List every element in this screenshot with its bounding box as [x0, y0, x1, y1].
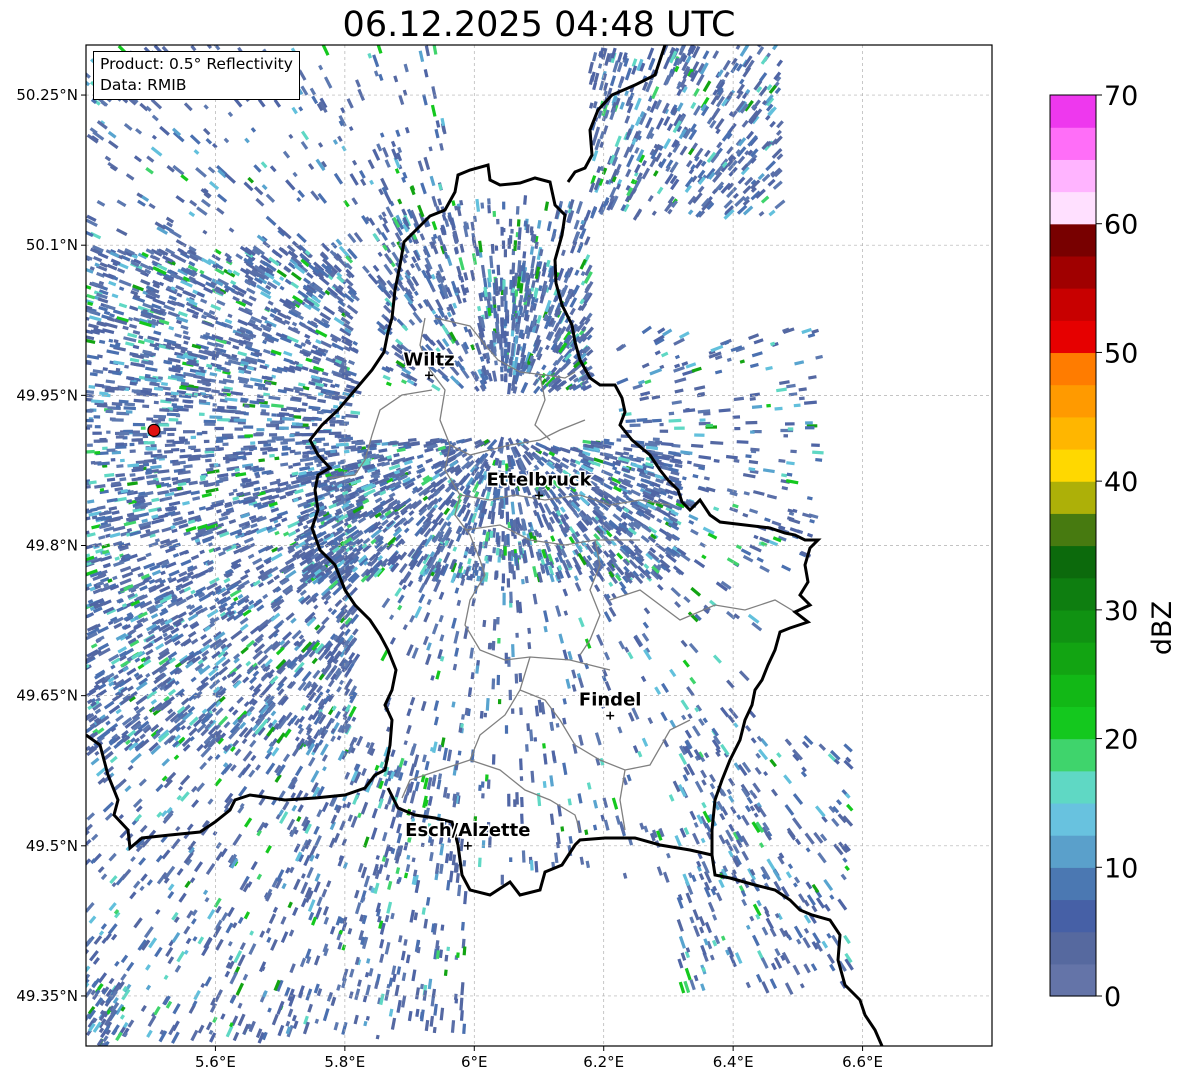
colorbar-block [1050, 416, 1096, 450]
radar-site-marker [147, 423, 161, 437]
colorbar-block [1050, 320, 1096, 354]
colorbar-block [1050, 95, 1096, 128]
colorbar-block [1050, 255, 1096, 289]
graticule [86, 45, 992, 1046]
colorbar-tick-label: 10 [1104, 853, 1138, 884]
colorbar-block [1050, 384, 1096, 418]
colorbar-tick-label: 0 [1104, 982, 1121, 1013]
colorbar-block [1050, 674, 1096, 707]
colorbar-tick-label: 20 [1104, 725, 1138, 756]
colorbar-block [1050, 352, 1096, 386]
colorbar-block [1050, 706, 1096, 740]
lat-tick-label: 49.8°N [26, 537, 78, 555]
colorbar-block [1050, 642, 1096, 675]
lon-tick-label: 6.2°E [583, 1053, 624, 1071]
colorbar-tick-label: 30 [1104, 596, 1138, 627]
colorbar: 0 10 20 30 40 50 60 70 dBZ [1049, 81, 1178, 1013]
colorbar-block [1050, 963, 1096, 997]
lat-tick-label: 49.95°N [16, 386, 78, 404]
colorbar-block [1050, 545, 1096, 579]
colorbar-block [1050, 609, 1096, 643]
colorbar-tick-label: 60 [1104, 210, 1138, 241]
colorbar-block [1050, 448, 1096, 482]
colorbar-block [1050, 191, 1096, 225]
colorbar-block [1050, 802, 1096, 836]
city-label: Findel [579, 690, 642, 711]
lon-tick-label: 5.6°E [195, 1053, 236, 1071]
lon-tick-label: 6°E [461, 1053, 488, 1071]
reflectivity-echoes [86, 45, 854, 1046]
product-info-box: Product: 0.5° Reflectivity Data: RMIB [93, 51, 300, 100]
colorbar-block [1050, 835, 1096, 868]
data-source-text: Data: RMIB [100, 76, 187, 94]
radar-map: 5.6°E 5.8°E 6°E 6.2°E 6.4°E 6.6°E 50.25°N 50.1°… [16, 44, 993, 1071]
canton-borders [329, 317, 801, 831]
colorbar-block [1050, 288, 1096, 321]
colorbar-block [1050, 770, 1096, 804]
colorbar-ticks: 0 10 20 30 40 50 60 70 [1096, 81, 1138, 1013]
lon-tick-label: 5.8°E [324, 1053, 365, 1071]
colorbar-block [1050, 931, 1096, 965]
colorbar-block [1050, 513, 1096, 547]
lat-tick-label: 50.25°N [16, 86, 78, 104]
colorbar-block [1050, 577, 1096, 611]
lat-tick-label: 49.65°N [16, 687, 78, 705]
colorbar-blocks [1050, 95, 1096, 997]
colorbar-block [1050, 867, 1096, 901]
colorbar-block [1050, 738, 1096, 772]
colorbar-tick-label: 40 [1104, 467, 1138, 498]
city-label: Wiltz [403, 349, 454, 370]
lon-tick-label: 6.4°E [713, 1053, 754, 1071]
lat-tick-label: 49.5°N [26, 837, 78, 855]
city-marker: Wiltz [402, 348, 456, 380]
colorbar-block [1050, 159, 1096, 193]
city-label: Ettelbruck [486, 469, 592, 490]
lat-tick-label: 50.1°N [26, 236, 78, 254]
product-text: Product: 0.5° Reflectivity [100, 55, 293, 73]
colorbar-tick-label: 50 [1104, 338, 1138, 369]
colorbar-block [1050, 481, 1096, 514]
city-label: Esch/Alzette [405, 820, 530, 841]
colorbar-label: dBZ [1147, 601, 1178, 655]
lat-tick-label: 49.35°N [16, 987, 78, 1005]
colorbar-block [1050, 223, 1096, 257]
colorbar-block [1050, 127, 1096, 160]
colorbar-block [1050, 899, 1096, 933]
colorbar-tick-label: 70 [1104, 81, 1138, 112]
lon-tick-label: 6.6°E [842, 1053, 883, 1071]
